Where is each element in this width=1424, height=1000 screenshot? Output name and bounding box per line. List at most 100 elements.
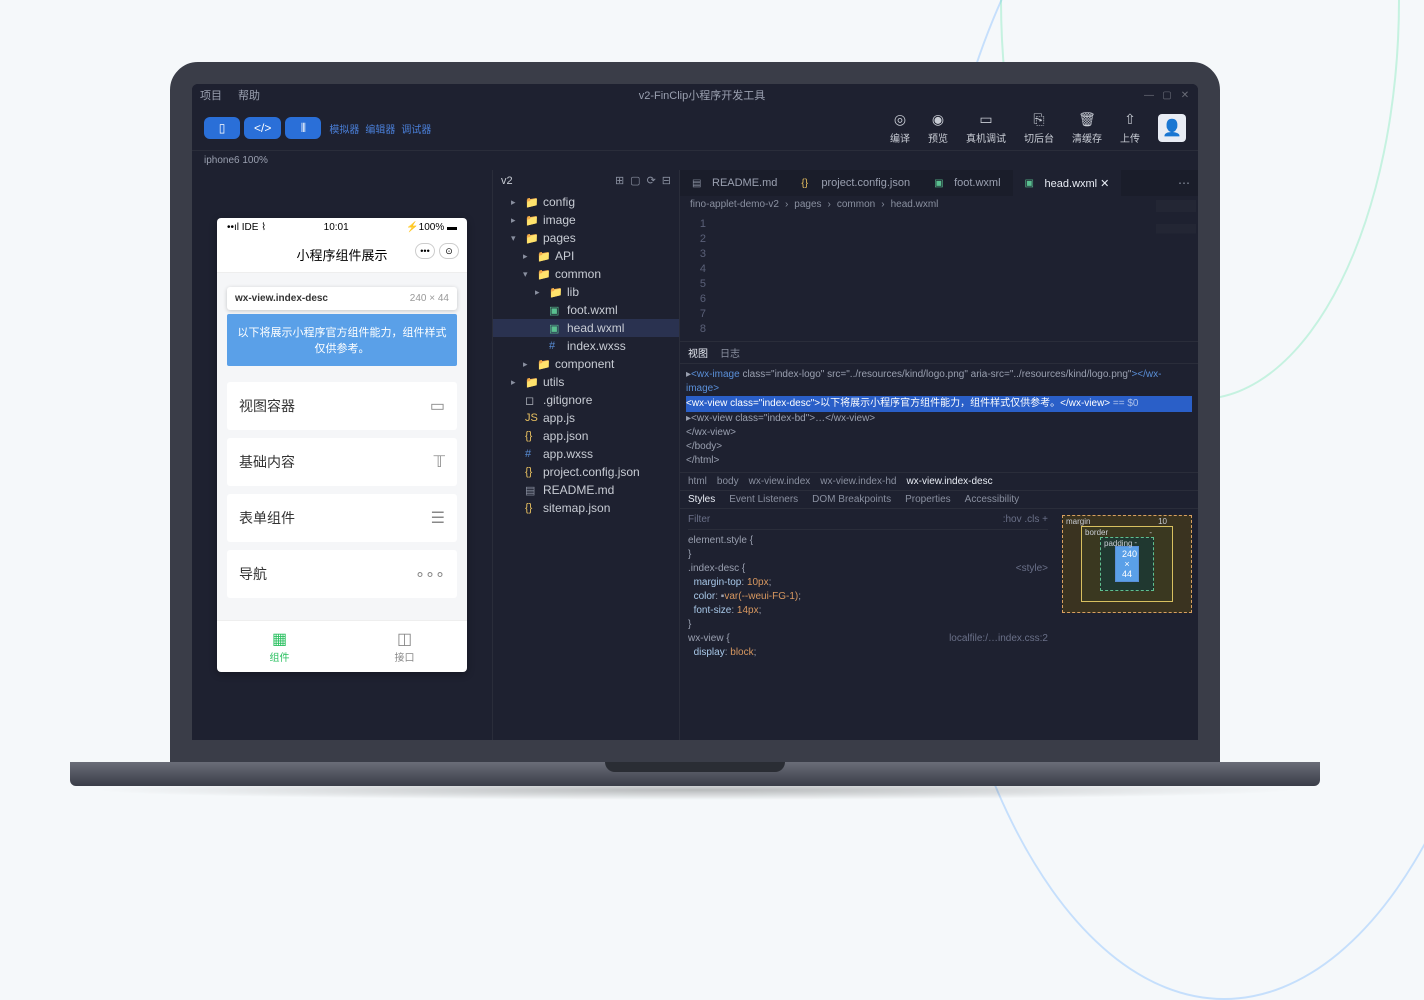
mode-debugger-button[interactable]: ⫴: [285, 117, 321, 139]
file-icon: 📁: [525, 232, 539, 245]
list-item[interactable]: 视图容器▭: [227, 382, 457, 430]
collapse-icon[interactable]: ⊟: [662, 174, 671, 187]
tree-row[interactable]: ▸📁lib: [493, 283, 679, 301]
tree-row[interactable]: ◻.gitignore: [493, 391, 679, 409]
maximize-icon[interactable]: ▢: [1162, 90, 1172, 100]
file-icon: 📁: [549, 286, 563, 299]
elements-tree[interactable]: ▸<wx-image class="index-logo" src="../re…: [680, 364, 1198, 472]
editor-tab[interactable]: ▤README.md: [680, 170, 789, 196]
devtools-subtab[interactable]: Properties: [905, 494, 951, 505]
tab-components[interactable]: ▦组件: [217, 621, 342, 672]
tree-row[interactable]: ▾📁pages: [493, 229, 679, 247]
devtools-subtab[interactable]: DOM Breakpoints: [812, 494, 891, 505]
menu-help[interactable]: 帮助: [238, 87, 260, 103]
element-tooltip: wx-view.index-desc 240 × 44: [227, 287, 457, 310]
camera-dot: [692, 70, 698, 76]
tree-row[interactable]: #app.wxss: [493, 445, 679, 463]
elements-crumb[interactable]: wx-view.index-hd: [820, 476, 896, 487]
explorer-root[interactable]: v2: [501, 175, 513, 187]
editor-tab[interactable]: ▣head.wxml ✕: [1013, 170, 1122, 196]
tree-row[interactable]: {}app.json: [493, 427, 679, 445]
breadcrumb-item[interactable]: fino-applet-demo-v2: [690, 199, 779, 210]
preview-button[interactable]: ◉预览: [928, 111, 948, 145]
list-item[interactable]: 导航∘∘∘: [227, 550, 457, 598]
devtools-subtab[interactable]: Styles: [688, 494, 715, 505]
file-icon: {}: [525, 502, 539, 514]
compile-icon: ◎: [894, 111, 906, 128]
list-item-icon: ∘∘∘: [415, 564, 445, 584]
styles-pane[interactable]: Filter :hov .cls + element.style { } .in…: [680, 509, 1056, 740]
avatar[interactable]: 👤: [1158, 114, 1186, 142]
tree-row[interactable]: #index.wxss: [493, 337, 679, 355]
elements-crumb[interactable]: body: [717, 476, 739, 487]
upload-button[interactable]: ⇧上传: [1120, 111, 1140, 145]
close-icon[interactable]: ✕: [1180, 90, 1190, 100]
elements-crumb[interactable]: wx-view.index: [749, 476, 811, 487]
styles-filter-input[interactable]: Filter: [688, 513, 710, 527]
tab-api[interactable]: ◫接口: [342, 621, 467, 672]
phone-statusbar: ••ıl IDE ⌇ 10:01 ⚡100% ▬: [217, 218, 467, 237]
chevron-icon: ▸: [535, 287, 545, 298]
tab-overflow-icon[interactable]: ⋯: [1170, 176, 1198, 190]
ide-window: 项目 帮助 v2-FinClip小程序开发工具 — ▢ ✕ ▯ </> ⫴ 模拟…: [192, 84, 1198, 740]
breadcrumb-item[interactable]: common: [837, 199, 875, 210]
capsule-close-icon[interactable]: ⊙: [439, 243, 459, 259]
trash-icon: 🗑: [1078, 111, 1096, 128]
elements-crumb[interactable]: wx-view.index-desc: [906, 476, 992, 487]
tree-row[interactable]: ▸📁API: [493, 247, 679, 265]
titlebar: 项目 帮助 v2-FinClip小程序开发工具 — ▢ ✕: [192, 84, 1198, 106]
devtools-subtab[interactable]: Accessibility: [965, 494, 1019, 505]
devtools-subtab[interactable]: Event Listeners: [729, 494, 798, 505]
mode-labels: 模拟器编辑器调试器: [329, 121, 431, 136]
new-file-icon[interactable]: ⊞: [615, 174, 624, 187]
remote-debug-button[interactable]: ▭真机调试: [966, 111, 1006, 145]
minimap[interactable]: [1156, 200, 1196, 320]
refresh-icon[interactable]: ⟳: [647, 174, 656, 187]
switch-icon: ⎘: [1033, 111, 1044, 128]
tree-row[interactable]: ▸📁image: [493, 211, 679, 229]
chevron-icon: ▸: [523, 251, 533, 262]
file-icon: ▣: [549, 304, 563, 317]
elements-crumb[interactable]: html: [688, 476, 707, 487]
file-icon: ▣: [934, 178, 948, 189]
mode-editor-button[interactable]: </>: [244, 117, 281, 139]
chevron-icon: ▸: [511, 377, 521, 388]
mode-simulator-button[interactable]: ▯: [204, 117, 240, 139]
tree-row[interactable]: JSapp.js: [493, 409, 679, 427]
list-item[interactable]: 基础内容𝕋: [227, 438, 457, 486]
tree-row[interactable]: ▣head.wxml: [493, 319, 679, 337]
tree-row[interactable]: {}sitemap.json: [493, 499, 679, 517]
file-icon: #: [525, 448, 539, 460]
file-icon: ▣: [1025, 178, 1039, 189]
editor-tab[interactable]: {}project.config.json: [789, 170, 922, 196]
highlighted-element: 以下将展示小程序官方组件能力，组件样式仅供参考。: [227, 314, 457, 366]
capsule-more-icon[interactable]: •••: [415, 243, 435, 259]
tree-row[interactable]: ▤README.md: [493, 481, 679, 499]
zoom-label: 100%: [242, 155, 268, 166]
code-editor[interactable]: 12345678: [680, 213, 1198, 341]
minimize-icon[interactable]: —: [1144, 90, 1154, 100]
simulator-panel: ••ıl IDE ⌇ 10:01 ⚡100% ▬ 小程序组件展示 ••• ⊙: [192, 170, 492, 740]
tree-row[interactable]: ▸📁component: [493, 355, 679, 373]
menu-project[interactable]: 项目: [200, 87, 222, 103]
devtools-tab-log[interactable]: 日志: [720, 345, 740, 360]
tree-row[interactable]: ▣foot.wxml: [493, 301, 679, 319]
code-icon: </>: [254, 121, 271, 135]
background-button[interactable]: ⎘切后台: [1024, 111, 1054, 145]
box-model: margin10 border- padding- 240 × 44: [1056, 509, 1198, 740]
devtools-tab-view[interactable]: 视图: [688, 345, 708, 360]
tree-row[interactable]: ▾📁common: [493, 265, 679, 283]
breadcrumb-item[interactable]: head.wxml: [891, 199, 939, 210]
clear-cache-button[interactable]: 🗑清缓存: [1072, 111, 1102, 145]
tree-row[interactable]: ▸📁config: [493, 193, 679, 211]
chevron-icon: ▸: [523, 359, 533, 370]
compile-button[interactable]: ◎编译: [890, 111, 910, 145]
editor-tab[interactable]: ▣foot.wxml: [922, 170, 1012, 196]
tree-row[interactable]: ▸📁utils: [493, 373, 679, 391]
list-item[interactable]: 表单组件☰: [227, 494, 457, 542]
new-folder-icon[interactable]: ▢: [630, 174, 640, 187]
chevron-icon: ▾: [523, 269, 533, 280]
tree-row[interactable]: {}project.config.json: [493, 463, 679, 481]
breadcrumb-item[interactable]: pages: [794, 199, 821, 210]
file-icon: JS: [525, 412, 539, 424]
